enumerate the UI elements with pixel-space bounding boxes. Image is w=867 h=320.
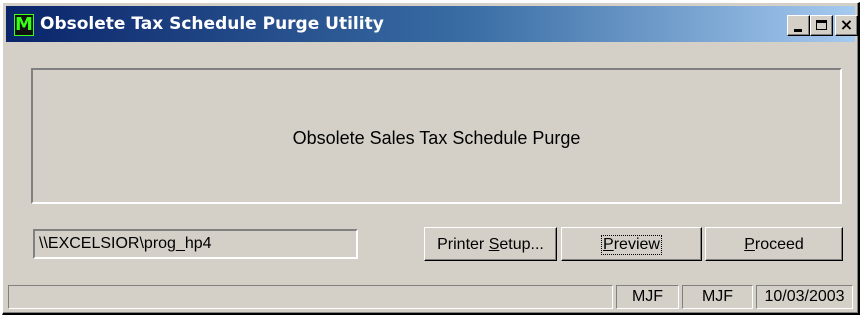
preview-button[interactable]: Preview: [561, 227, 702, 261]
printer-setup-label-prefix: Printer: [437, 235, 489, 253]
preview-label-suffix: review: [613, 235, 660, 253]
preview-accel: P: [603, 235, 614, 253]
title-bar[interactable]: M Obsolete Tax Schedule Purge Utility ×: [6, 6, 858, 42]
proceed-label-suffix: roceed: [754, 235, 804, 253]
maximize-icon: [816, 20, 827, 30]
printer-setup-accel: S: [488, 235, 500, 253]
proceed-button[interactable]: Proceed: [705, 227, 843, 261]
status-date: 10/03/2003: [756, 285, 853, 309]
minimize-icon: [794, 29, 802, 32]
app-icon[interactable]: M: [14, 14, 34, 36]
proceed-accel: P: [744, 235, 755, 253]
purge-panel: Obsolete Sales Tax Schedule Purge: [31, 68, 842, 204]
status-user: MJF: [616, 285, 679, 309]
printer-setup-label-suffix: etup...: [499, 235, 544, 253]
printer-setup-button[interactable]: Printer Setup...: [424, 227, 557, 261]
maximize-button[interactable]: [810, 15, 833, 36]
panel-title: Obsolete Sales Tax Schedule Purge: [292, 128, 581, 148]
focus-rect: Preview: [601, 234, 662, 255]
close-button[interactable]: ×: [835, 15, 858, 36]
window-title: Obsolete Tax Schedule Purge Utility: [40, 14, 384, 34]
status-operator: MJF: [682, 285, 753, 309]
printer-path-field: \\EXCELSIOR\prog_hp4: [33, 229, 358, 259]
status-bar: MJF MJF 10/03/2003: [8, 285, 853, 309]
minimize-button[interactable]: [787, 15, 810, 36]
close-icon: ×: [839, 15, 854, 34]
status-message: [8, 285, 613, 309]
